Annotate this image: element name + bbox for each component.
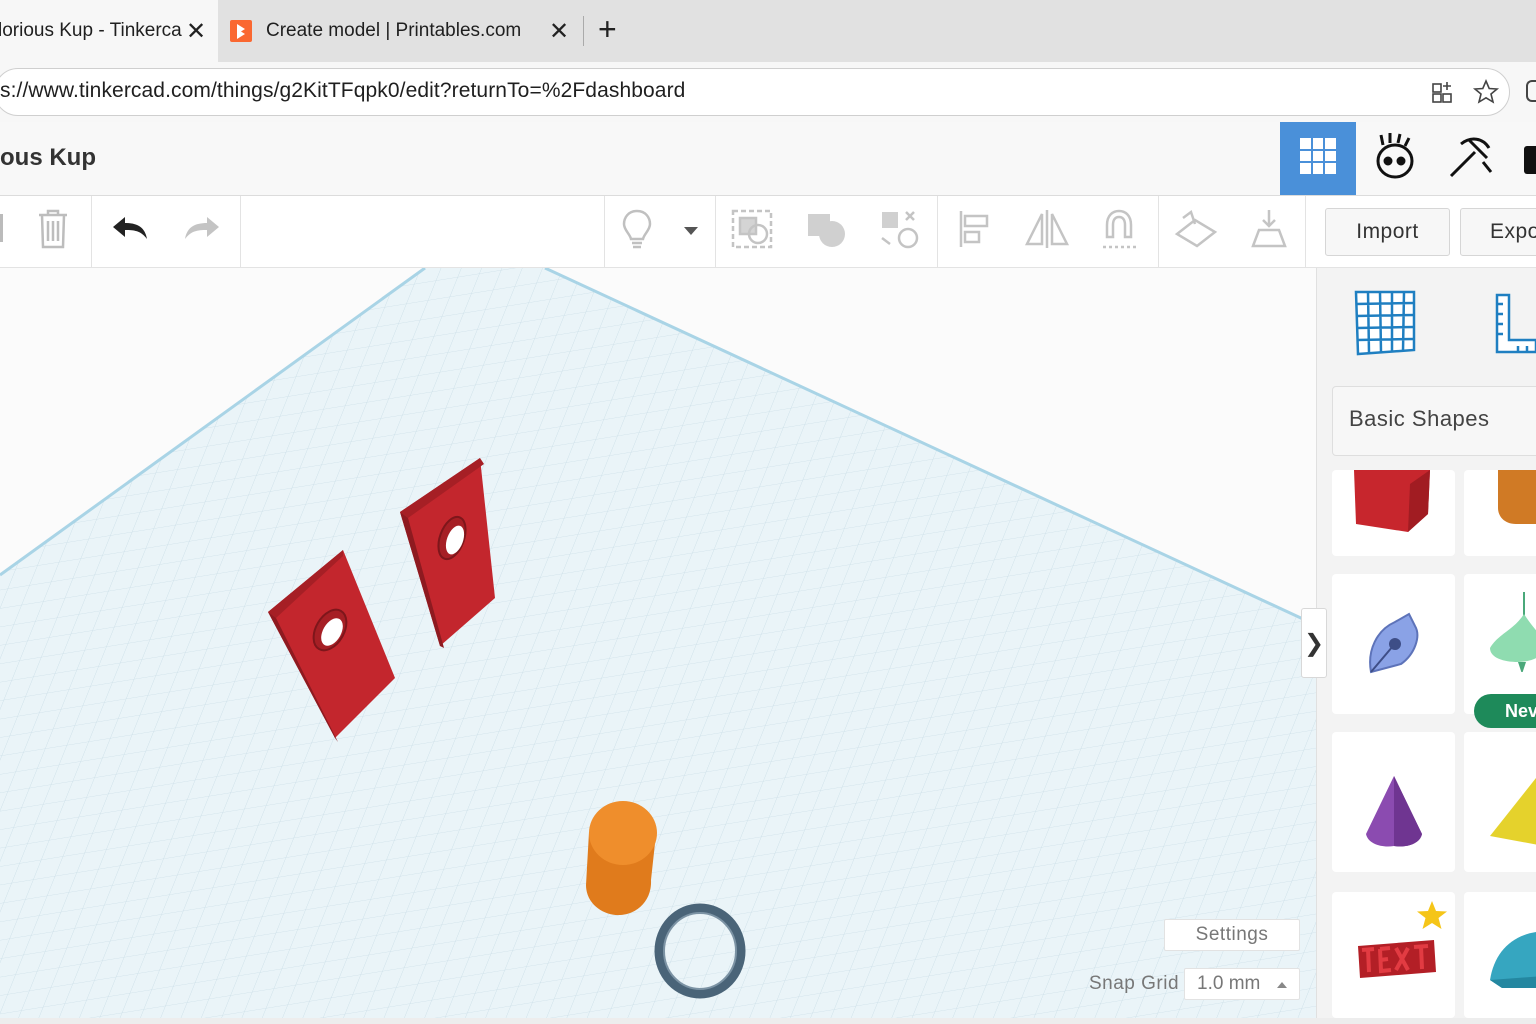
ruler-tool[interactable]: [1494, 292, 1536, 359]
bottom-status-strip: [0, 1018, 1536, 1024]
box-shape-icon: [1352, 470, 1434, 539]
workplane-icon: [1173, 208, 1219, 255]
magnet-icon: [1099, 207, 1143, 256]
lightbulb-icon: [621, 208, 653, 255]
design-title[interactable]: ous Kup: [0, 144, 96, 172]
redo-arrow-icon: [183, 215, 221, 248]
toolbar-divider: [1305, 196, 1306, 268]
pen-shape-icon: [1365, 610, 1425, 681]
workplane-grid[interactable]: [0, 268, 1316, 1018]
pyramid-shape-icon: [1488, 774, 1536, 853]
delete-button[interactable]: [28, 206, 78, 256]
notes-dropdown-icon[interactable]: [684, 227, 698, 235]
cylinder-shape-card[interactable]: [1464, 470, 1536, 556]
toolbar-divider: [91, 196, 92, 268]
orange-cylinder-shape[interactable]: [586, 801, 657, 916]
ruler-icon: [1249, 208, 1289, 255]
workplane-button[interactable]: [1171, 206, 1221, 256]
group-icon: [730, 208, 774, 255]
favorite-star-icon: [1416, 900, 1448, 935]
copy-button[interactable]: [0, 214, 3, 242]
toolbar-divider: [937, 196, 938, 268]
new-shape-card[interactable]: [1464, 574, 1536, 714]
redo-button[interactable]: [177, 206, 227, 256]
ruler-corner-icon: [1494, 293, 1536, 358]
half-cylinder-shape-icon: [1488, 930, 1536, 995]
grid-icon: [1298, 136, 1338, 181]
blocks-view-button[interactable]: [1357, 122, 1433, 195]
cylinder-shape-icon: [1496, 470, 1536, 531]
pyramid-shape-card[interactable]: [1464, 732, 1536, 872]
settings-button[interactable]: Settings: [1164, 919, 1300, 951]
pickaxe-icon: [1447, 132, 1495, 185]
ungroup-button[interactable]: [801, 206, 851, 256]
ungroup-icon: [804, 208, 848, 255]
toolbar-divider: [1158, 196, 1159, 268]
cone-shape-card[interactable]: [1332, 732, 1455, 872]
workplane-canvas[interactable]: [0, 268, 1316, 1018]
more-view-button[interactable]: [1524, 146, 1536, 174]
undo-button[interactable]: [105, 206, 155, 256]
export-button[interactable]: Expo: [1460, 208, 1536, 256]
text-3d-shape-icon: [1354, 936, 1440, 987]
extensions-icon[interactable]: [1526, 80, 1536, 102]
app-available-icon[interactable]: [1430, 79, 1456, 110]
solid-hole-button[interactable]: [875, 206, 925, 256]
url-text[interactable]: s://www.tinkercad.com/things/g2KitTFqpk0…: [0, 79, 685, 103]
text-shape-card[interactable]: [1332, 892, 1455, 1018]
shape-category-label: Basic Shapes: [1349, 406, 1490, 431]
bricks-view-button[interactable]: [1433, 122, 1509, 195]
tab-title: lorious Kup - Tinkerca: [0, 20, 182, 41]
new-badge: Nev: [1474, 694, 1536, 728]
toolbar-divider: [240, 196, 241, 268]
scribble-shape-card[interactable]: [1332, 574, 1455, 714]
tab-separator: [583, 16, 584, 46]
panel-collapse-button[interactable]: ❯: [1301, 608, 1327, 678]
toolbar-divider: [604, 196, 605, 268]
snap-grid-dropdown-icon[interactable]: [1277, 982, 1287, 988]
cone-shape-icon: [1364, 774, 1424, 853]
mirror-button[interactable]: [1022, 206, 1072, 256]
mirror-icon: [1023, 208, 1071, 255]
cruise-button[interactable]: [1096, 206, 1146, 256]
workplane-viewport[interactable]: [0, 268, 1316, 1018]
snap-grid-label: Snap Grid: [1089, 973, 1180, 994]
workplane-grid-icon: [1350, 290, 1420, 362]
align-icon: [955, 208, 995, 255]
tab-close-icon[interactable]: ✕: [186, 17, 206, 46]
notes-button[interactable]: [612, 206, 662, 256]
import-button[interactable]: Import: [1325, 208, 1450, 256]
ruler-button[interactable]: [1244, 206, 1294, 256]
workplane-tool[interactable]: [1350, 288, 1420, 363]
toolbar-divider: [715, 196, 716, 268]
favorite-star-icon[interactable]: [1472, 78, 1500, 111]
printables-logo-icon: [230, 20, 252, 42]
tab-title: Create model | Printables.com: [266, 20, 522, 41]
box-shape-card[interactable]: [1332, 470, 1455, 556]
spinning-top-shape-icon: [1488, 592, 1536, 677]
trash-icon: [35, 207, 71, 256]
tab-close-icon[interactable]: ✕: [549, 17, 569, 46]
roof-shape-card[interactable]: [1464, 892, 1536, 1018]
tab-printables[interactable]: Create model | Printables.com: [218, 0, 580, 62]
undo-arrow-icon: [111, 215, 149, 248]
new-tab-icon[interactable]: +: [598, 11, 617, 48]
blocks-character-icon: [1373, 131, 1417, 186]
align-button[interactable]: [950, 206, 1000, 256]
solid-hole-icon: [878, 208, 922, 255]
group-button[interactable]: [727, 206, 777, 256]
3d-view-button[interactable]: [1280, 122, 1356, 195]
